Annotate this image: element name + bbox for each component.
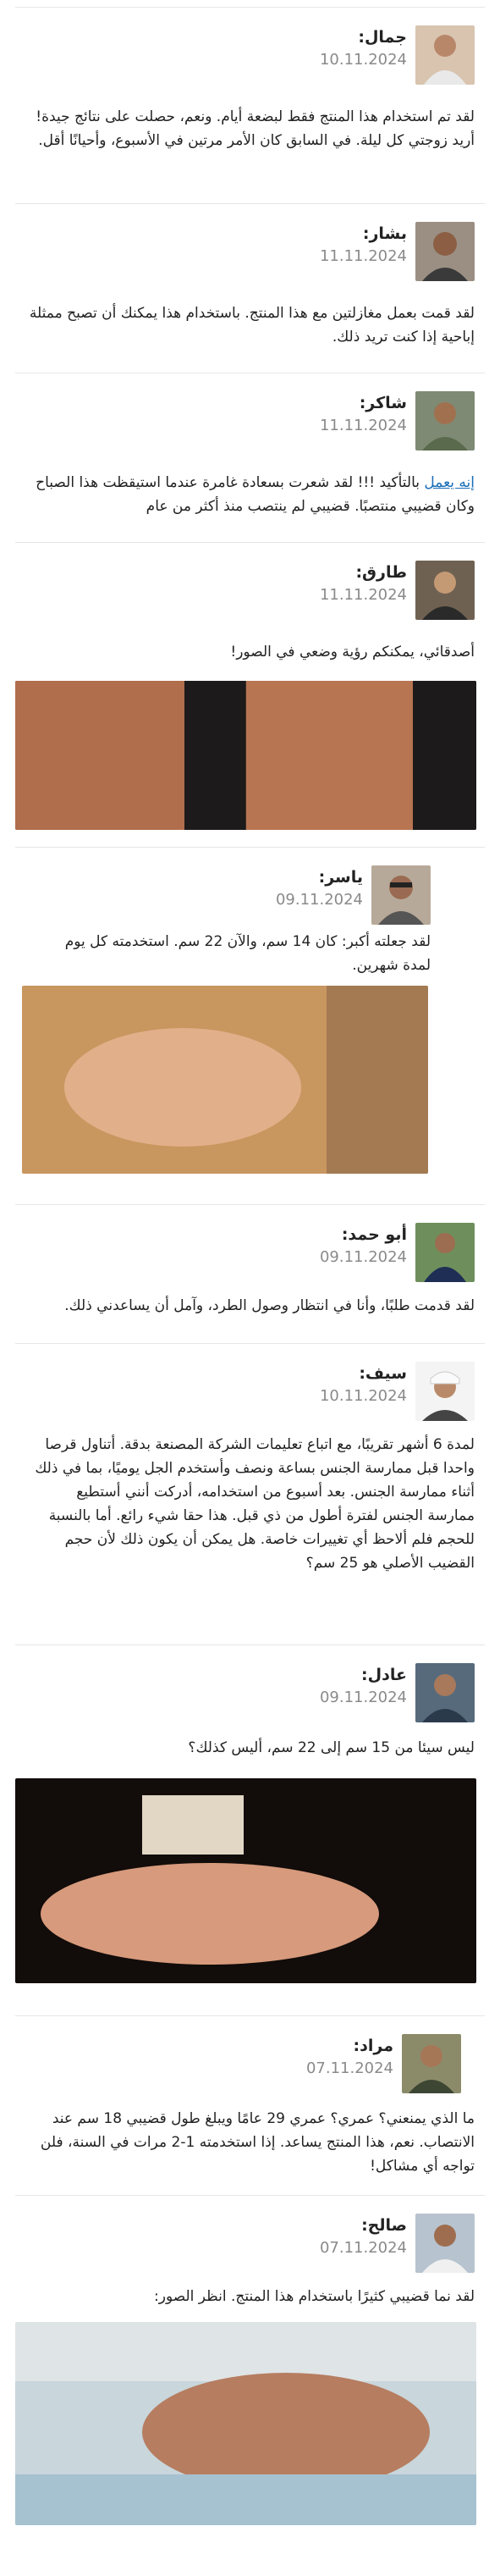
author-name: عادل: [361,1666,407,1684]
author-name: أبو حمد: [341,1225,407,1244]
avatar [415,25,475,85]
comment-date: 09.11.2024 [275,891,363,909]
comment-text: ليس سيئا من 15 سم إلى 22 سم، أليس كذلك؟ [188,1739,475,1756]
author-name: مراد: [353,2037,393,2055]
comment-text: ما الذي يمنعني؟ عمري؟ عمري 29 عامًا ويبل… [40,2110,475,2175]
avatar [415,1362,475,1421]
avatar [415,222,475,281]
comment-text: لقد قمت بعمل مغازلتين مع هذا المنتج. باس… [29,305,475,345]
avatar [402,2034,461,2093]
avatar [371,865,431,925]
author-name: بشار: [362,224,407,243]
divider [15,2015,485,2016]
avatar [415,1223,475,1282]
comment-text: لقد جعلته أكبر: كان 14 سم، والآن 22 سم. … [64,933,431,974]
author-name: سيف: [359,1364,407,1383]
comment-header: بشار: 11.11.2024 [320,222,475,281]
author-name: ياسر: [318,868,363,887]
divider [15,2195,485,2196]
comment-photo [15,2322,476,2525]
comment-date: 10.11.2024 [319,1387,407,1405]
comment-date: 07.11.2024 [319,2239,407,2257]
divider [15,7,485,8]
divider [15,542,485,543]
comment-text: لقد تم استخدام هذا المنتج فقط لبضعة أيام… [36,108,475,149]
comment-header: صالح: 07.11.2024 [320,2214,475,2273]
comment-photo [15,681,476,830]
comment-text: لمدة 6 أشهر تقريبًا، مع اتباع تعليمات ال… [35,1436,475,1572]
author-name: جمال: [358,28,407,47]
author-name: طارق: [355,563,407,582]
comment-header: مراد: 07.11.2024 [306,2034,461,2093]
author-name: صالح: [361,2216,407,2235]
comment-text: أصدقائي، يمكنكم رؤية وضعي في الصور! [230,644,475,661]
comment-date: 10.11.2024 [319,51,407,69]
comment-header: أبو حمد: 09.11.2024 [320,1223,475,1282]
comment-date: 09.11.2024 [319,1689,407,1706]
comment-text-body: بالتأكيد !!! لقد شعرت بسعادة غامرة عندما… [36,474,475,515]
comment-date: 11.11.2024 [319,247,407,265]
divider [15,1343,485,1344]
divider [15,203,485,204]
comment-header: سيف: 10.11.2024 [320,1362,475,1421]
comment-header: طارق: 11.11.2024 [320,561,475,620]
it-works-link[interactable]: إنه يعمل [424,474,475,491]
comment-text: لقد نما قضيبي كثيرًا باستخدام هذا المنتج… [154,2288,475,2305]
comment-header: ياسر: 09.11.2024 [276,865,431,925]
divider [15,847,485,848]
avatar [415,1663,475,1722]
comment-photo [15,1778,476,1983]
comment-photo [22,986,428,1174]
avatar [415,2214,475,2273]
comment-date: 11.11.2024 [319,586,407,604]
comment-date: 09.11.2024 [319,1248,407,1266]
avatar [415,391,475,451]
avatar [415,561,475,620]
comment-date: 11.11.2024 [319,417,407,434]
comment-header: شاكر: 11.11.2024 [320,391,475,451]
author-name: شاكر: [359,394,407,412]
comment-header: جمال: 10.11.2024 [320,25,475,85]
comment-header: عادل: 09.11.2024 [320,1663,475,1722]
comment-text: لقد قدمت طلبًا، وأنا في انتظار وصول الطر… [64,1297,475,1314]
comment-text: إنه يعمل بالتأكيد !!! لقد شعرت بسعادة غا… [22,471,475,518]
divider [15,1204,485,1205]
comment-date: 07.11.2024 [305,2059,393,2077]
